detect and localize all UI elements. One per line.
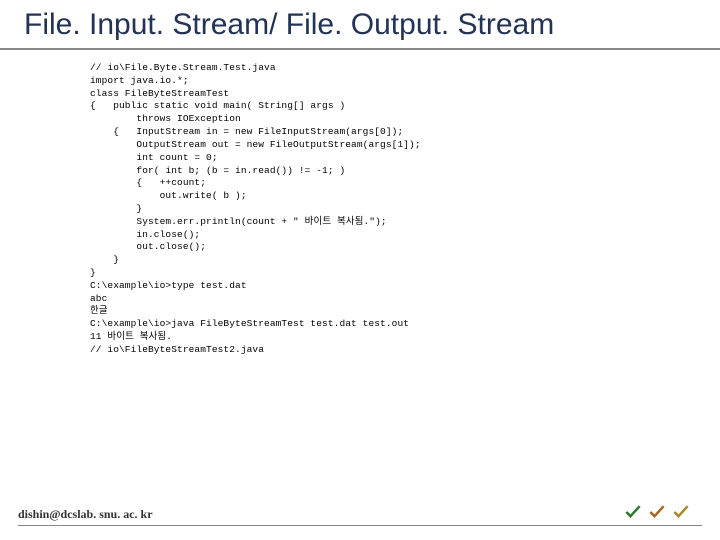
code-line: out.write( b ); <box>90 190 720 203</box>
code-line: { InputStream in = new FileInputStream(a… <box>90 126 720 139</box>
footer-logos <box>622 501 692 523</box>
code-line: C:\example\io>type test.dat <box>90 280 720 293</box>
code-line: C:\example\io>java FileByteStreamTest te… <box>90 318 720 331</box>
code-line: int count = 0; <box>90 152 720 165</box>
code-line: { ++count; <box>90 177 720 190</box>
code-line: abc <box>90 293 720 306</box>
code-line: 한글 <box>90 305 720 318</box>
footer-email: dishin@dcslab. snu. ac. kr <box>18 507 153 521</box>
code-line: throws IOException <box>90 113 720 126</box>
footer: dishin@dcslab. snu. ac. kr <box>18 505 702 526</box>
slide: File. Input. Stream/ File. Output. Strea… <box>0 0 720 540</box>
code-line: out.close(); <box>90 241 720 254</box>
code-line: import java.io.*; <box>90 75 720 88</box>
code-line: } <box>90 267 720 280</box>
slide-title: File. Input. Stream/ File. Output. Strea… <box>24 8 696 42</box>
check-icon <box>670 501 692 523</box>
code-line: // io\FileByteStreamTest2.java <box>90 344 720 357</box>
code-line: System.err.println(count + " 바이트 복사됨."); <box>90 216 720 229</box>
code-line: // io\File.Byte.Stream.Test.java <box>90 62 720 75</box>
code-line: 11 바이트 복사됨. <box>90 331 720 344</box>
code-content: // io\File.Byte.Stream.Test.java import … <box>0 50 720 357</box>
code-line: OutputStream out = new FileOutputStream(… <box>90 139 720 152</box>
title-bar: File. Input. Stream/ File. Output. Strea… <box>0 0 720 50</box>
check-icon <box>646 501 668 523</box>
code-line: in.close(); <box>90 229 720 242</box>
code-line: } <box>90 254 720 267</box>
code-line: { public static void main( String[] args… <box>90 100 720 113</box>
code-line: for( int b; (b = in.read()) != -1; ) <box>90 165 720 178</box>
code-line: } <box>90 203 720 216</box>
code-line: class FileByteStreamTest <box>90 88 720 101</box>
check-icon <box>622 501 644 523</box>
